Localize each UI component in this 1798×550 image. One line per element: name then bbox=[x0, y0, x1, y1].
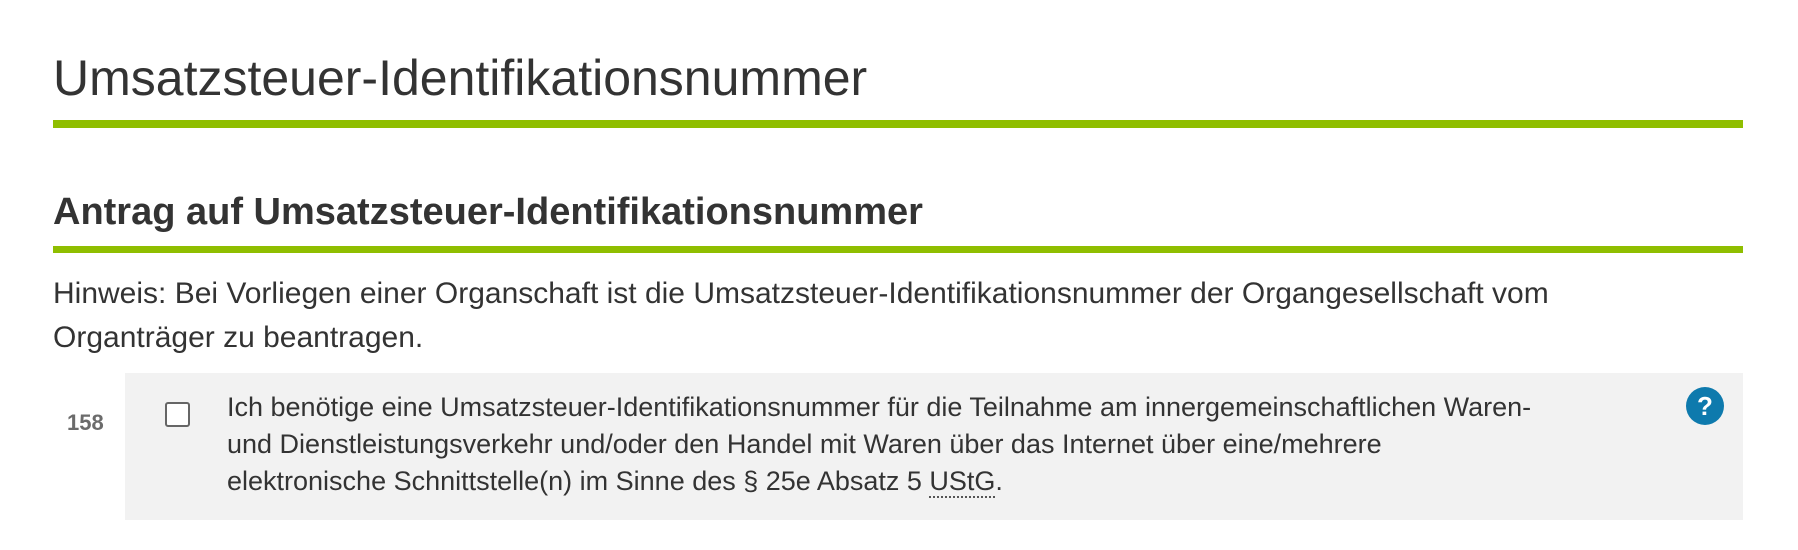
ust-id-checkbox[interactable] bbox=[165, 402, 190, 427]
hint-line-2: Organträger zu beantragen. bbox=[53, 321, 424, 354]
title-divider bbox=[53, 120, 1743, 128]
hint-text: Hinweis: Bei Vorliegen einer Organschaft… bbox=[53, 272, 1753, 360]
label-line-2: und Dienstleistungsverkehr und/oder den … bbox=[227, 429, 1382, 459]
label-line-3: elektronische Schnittstelle(n) im Sinne … bbox=[227, 466, 930, 496]
field-number: 158 bbox=[67, 410, 104, 435]
section-divider bbox=[53, 246, 1743, 253]
label-line-1: Ich benötige eine Umsatzsteuer-Identifik… bbox=[227, 392, 1532, 422]
hint-line-1: Hinweis: Bei Vorliegen einer Organschaft… bbox=[53, 277, 1549, 310]
section-title: Antrag auf Umsatzsteuer-Identifikationsn… bbox=[53, 191, 923, 233]
checkbox-label[interactable]: Ich benötige eine Umsatzsteuer-Identifik… bbox=[227, 389, 1727, 500]
field-number-cell: 158 bbox=[53, 373, 125, 520]
page: Umsatzsteuer-Identifikationsnummer Antra… bbox=[0, 0, 1798, 550]
page-title: Umsatzsteuer-Identifikationsnummer bbox=[53, 50, 868, 106]
label-line-3-end: . bbox=[995, 466, 1003, 496]
field-row: 158 Ich benötige eine Umsatzsteuer-Ident… bbox=[53, 373, 1743, 520]
help-question-icon[interactable]: ? bbox=[1686, 387, 1724, 425]
ustg-abbreviation[interactable]: UStG bbox=[929, 466, 996, 498]
